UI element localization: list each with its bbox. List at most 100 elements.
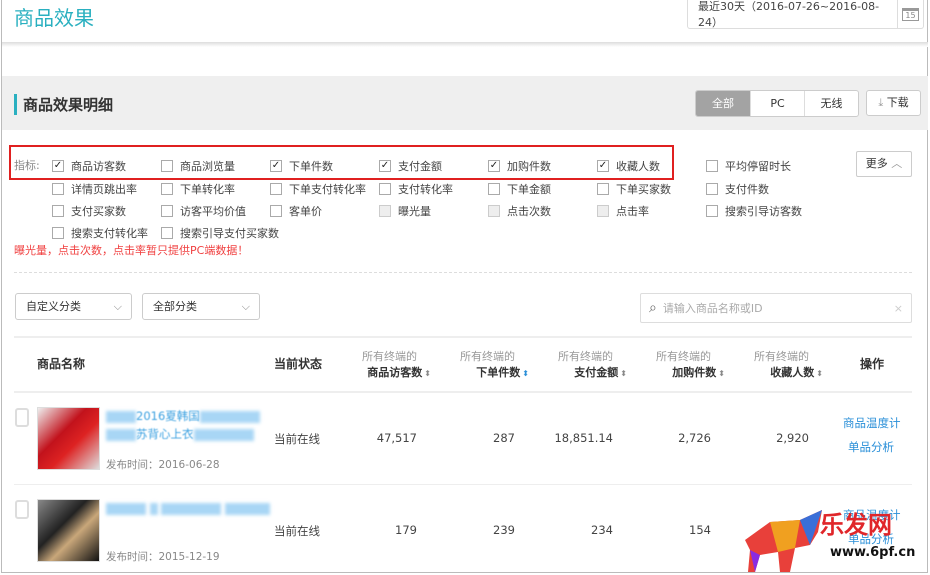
- col-metric-sort[interactable]: 所有终端的 下单件数 ⬍: [443, 348, 529, 380]
- date-range-picker[interactable]: 最近30天（2016-07-26~2016-08-24） 15: [687, 0, 924, 29]
- download-icon: ⤓: [878, 96, 884, 109]
- metric-checkbox[interactable]: ✓ 下单件数: [270, 158, 333, 174]
- checkbox-icon[interactable]: [706, 205, 718, 217]
- product-title-link[interactable]: 2016夏韩国: [106, 408, 260, 424]
- checkbox-icon[interactable]: [379, 183, 391, 195]
- search-icon: ⌕: [649, 300, 657, 316]
- analysis-link[interactable]: 单品分析: [848, 439, 894, 455]
- metric-label: 下单买家数: [616, 183, 671, 196]
- header-divider: [2, 42, 928, 47]
- metric-checkbox[interactable]: 下单金额: [488, 181, 551, 197]
- metric-checkbox[interactable]: ✓ 加购件数: [488, 158, 551, 174]
- sort-icon[interactable]: ⬍: [718, 369, 725, 378]
- col-metric-sort[interactable]: 所有终端的 加购件数 ⬍: [639, 348, 725, 380]
- calendar-icon[interactable]: 15: [897, 0, 923, 28]
- col-metric-label: 加购件数: [672, 366, 717, 379]
- metric-checkbox[interactable]: 支付件数: [706, 181, 769, 197]
- watermark-url: www.6pf.cn: [830, 545, 916, 560]
- product-title-link[interactable]: [106, 501, 270, 515]
- custom-category-select[interactable]: 自定义分类 ⌵: [15, 293, 132, 320]
- metric-checkbox[interactable]: 访客平均价值: [161, 203, 246, 219]
- segment-wireless[interactable]: 无线: [804, 91, 858, 116]
- metric-checkbox[interactable]: 详情页跳出率: [52, 181, 137, 197]
- clear-icon[interactable]: ×: [894, 302, 903, 315]
- checkbox-icon[interactable]: [161, 160, 173, 172]
- metric-label: 搜索引导访客数: [725, 205, 802, 218]
- checkbox-icon[interactable]: ✓: [488, 160, 500, 172]
- checkbox-icon[interactable]: [488, 205, 500, 217]
- metric-value: 239: [493, 523, 515, 537]
- checkbox-icon[interactable]: ✓: [379, 160, 391, 172]
- checkbox-icon[interactable]: [488, 183, 500, 195]
- sort-icon[interactable]: ⬍: [424, 369, 431, 378]
- sort-icon[interactable]: ⬍: [522, 369, 529, 378]
- metric-checkbox[interactable]: ✓ 支付金额: [379, 158, 442, 174]
- metric-checkbox[interactable]: 平均停留时长: [706, 158, 791, 174]
- metric-label: 下单件数: [289, 160, 333, 173]
- metric-label: 平均停留时长: [725, 160, 791, 173]
- sort-icon[interactable]: ⬍: [816, 369, 823, 378]
- metric-checkbox[interactable]: 客单价: [270, 203, 322, 219]
- metric-checkbox[interactable]: 下单支付转化率: [270, 181, 366, 197]
- metric-checkbox[interactable]: 搜索支付转化率: [52, 225, 148, 241]
- col-metric-sort[interactable]: 所有终端的 收藏人数 ⬍: [737, 348, 823, 380]
- metric-label: 收藏人数: [616, 160, 660, 173]
- checkbox-icon[interactable]: [52, 183, 64, 195]
- metric-checkbox[interactable]: 点击次数: [488, 203, 551, 219]
- sort-icon[interactable]: ⬍: [620, 369, 627, 378]
- metric-checkbox[interactable]: 搜索引导访客数: [706, 203, 802, 219]
- metric-checkbox[interactable]: 曝光量: [379, 203, 431, 219]
- checkbox-icon[interactable]: [161, 205, 173, 217]
- checkbox-icon[interactable]: ✓: [270, 160, 282, 172]
- watermark-logo: 乐发网 www.6pf.cn: [740, 505, 930, 575]
- metric-label: 下单金额: [507, 183, 551, 196]
- checkbox-icon[interactable]: [161, 183, 173, 195]
- table-header-border: [14, 391, 912, 393]
- all-category-value: 全部分类: [153, 300, 197, 313]
- product-thumbnail[interactable]: [37, 499, 100, 562]
- product-title-link[interactable]: 苏背心上衣: [106, 426, 254, 442]
- col-metric-sort[interactable]: 所有终端的 商品访客数 ⬍: [345, 348, 431, 380]
- checkbox-icon[interactable]: [161, 227, 173, 239]
- metric-checkbox[interactable]: 搜索引导支付买家数: [161, 225, 279, 241]
- checkbox-icon[interactable]: [597, 205, 609, 217]
- metric-checkbox[interactable]: ✓ 商品访客数: [52, 158, 126, 174]
- all-category-select[interactable]: 全部分类 ⌵: [142, 293, 260, 320]
- checkbox-icon[interactable]: [270, 183, 282, 195]
- mobile-icon: [15, 408, 29, 427]
- metric-checkbox[interactable]: 商品浏览量: [161, 158, 235, 174]
- watermark-name: 乐发网: [820, 511, 892, 539]
- col-metric-label: 下单件数: [476, 366, 521, 379]
- col-metric-sort[interactable]: 所有终端的 支付金额 ⬍: [541, 348, 627, 380]
- checkbox-icon[interactable]: [52, 205, 64, 217]
- more-button[interactable]: 更多 ︿: [856, 151, 912, 177]
- metric-checkbox[interactable]: 下单转化率: [161, 181, 235, 197]
- chevron-down-icon: ⌵: [241, 300, 250, 313]
- metric-value: 47,517: [376, 431, 417, 445]
- metric-checkbox[interactable]: 点击率: [597, 203, 649, 219]
- product-thumbnail[interactable]: [37, 407, 100, 470]
- metric-checkbox[interactable]: 支付转化率: [379, 181, 453, 197]
- checkbox-icon[interactable]: [270, 205, 282, 217]
- checkbox-icon[interactable]: ✓: [597, 160, 609, 172]
- checkbox-icon[interactable]: [706, 183, 718, 195]
- segment-all[interactable]: 全部: [696, 91, 750, 116]
- metric-label: 支付买家数: [71, 205, 126, 218]
- metric-checkbox[interactable]: 支付买家数: [52, 203, 126, 219]
- checkbox-icon[interactable]: [597, 183, 609, 195]
- segment-pc[interactable]: PC: [750, 91, 804, 116]
- checkbox-icon[interactable]: ✓: [52, 160, 64, 172]
- col-product-name: 商品名称: [37, 357, 86, 371]
- checkbox-icon[interactable]: [52, 227, 64, 239]
- checkbox-icon[interactable]: [379, 205, 391, 217]
- temperature-link[interactable]: 商品温度计: [843, 415, 901, 431]
- status-text: 当前在线: [274, 432, 320, 446]
- download-button[interactable]: ⤓ 下载: [866, 90, 921, 116]
- metric-checkbox[interactable]: ✓ 收藏人数: [597, 158, 660, 174]
- chevron-up-icon: ︿: [891, 157, 903, 170]
- section-title: 商品效果明细: [14, 94, 113, 115]
- checkbox-icon[interactable]: [706, 160, 718, 172]
- metric-checkbox[interactable]: 下单买家数: [597, 181, 671, 197]
- product-search-input[interactable]: ⌕ 请输入商品名称或ID ×: [640, 293, 912, 323]
- metric-label: 支付转化率: [398, 183, 453, 196]
